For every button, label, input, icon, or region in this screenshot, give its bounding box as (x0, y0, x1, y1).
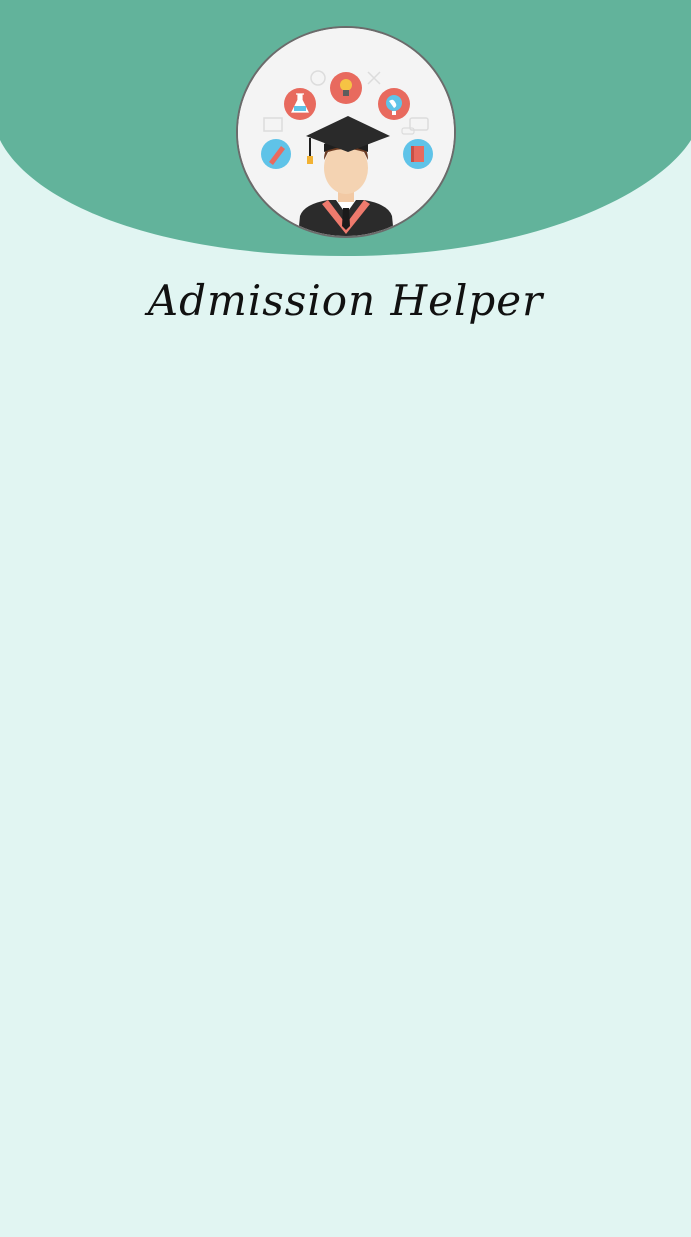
pencil-icon (261, 139, 291, 169)
book-icon (403, 139, 433, 169)
flask-icon (284, 88, 316, 120)
lightbulb-icon (330, 72, 362, 104)
splash-screen: Admission Helper (0, 0, 691, 1237)
app-title: Admission Helper (147, 276, 544, 325)
globe-icon (378, 88, 410, 120)
app-logo (236, 26, 456, 238)
